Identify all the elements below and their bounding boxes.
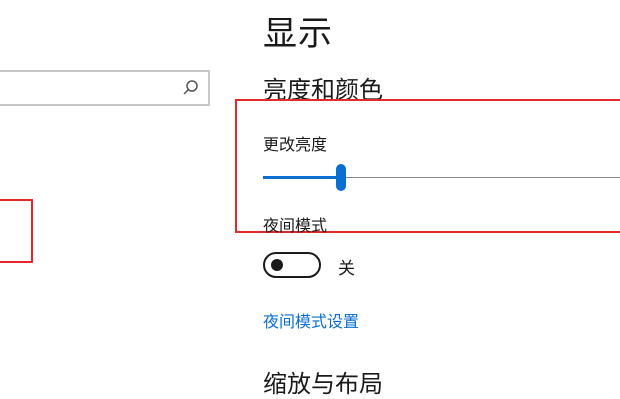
slider-thumb[interactable]: [336, 164, 346, 191]
left-highlight-box: [0, 199, 33, 263]
scale-layout-heading: 缩放与布局: [263, 370, 383, 398]
night-mode-toggle[interactable]: [263, 252, 321, 278]
slider-fill: [263, 176, 341, 179]
brightness-label: 更改亮度: [263, 135, 328, 154]
search-icon[interactable]: [182, 79, 200, 97]
search-input[interactable]: [0, 70, 210, 106]
slider-track-remaining: [341, 177, 620, 178]
brightness-slider[interactable]: [263, 164, 620, 191]
night-mode-label: 夜间模式: [263, 216, 328, 235]
toggle-knob: [271, 259, 283, 271]
night-mode-state: 关: [338, 259, 355, 279]
page-title: 显示: [263, 14, 333, 54]
night-mode-settings-link[interactable]: 夜间模式设置: [263, 308, 359, 332]
